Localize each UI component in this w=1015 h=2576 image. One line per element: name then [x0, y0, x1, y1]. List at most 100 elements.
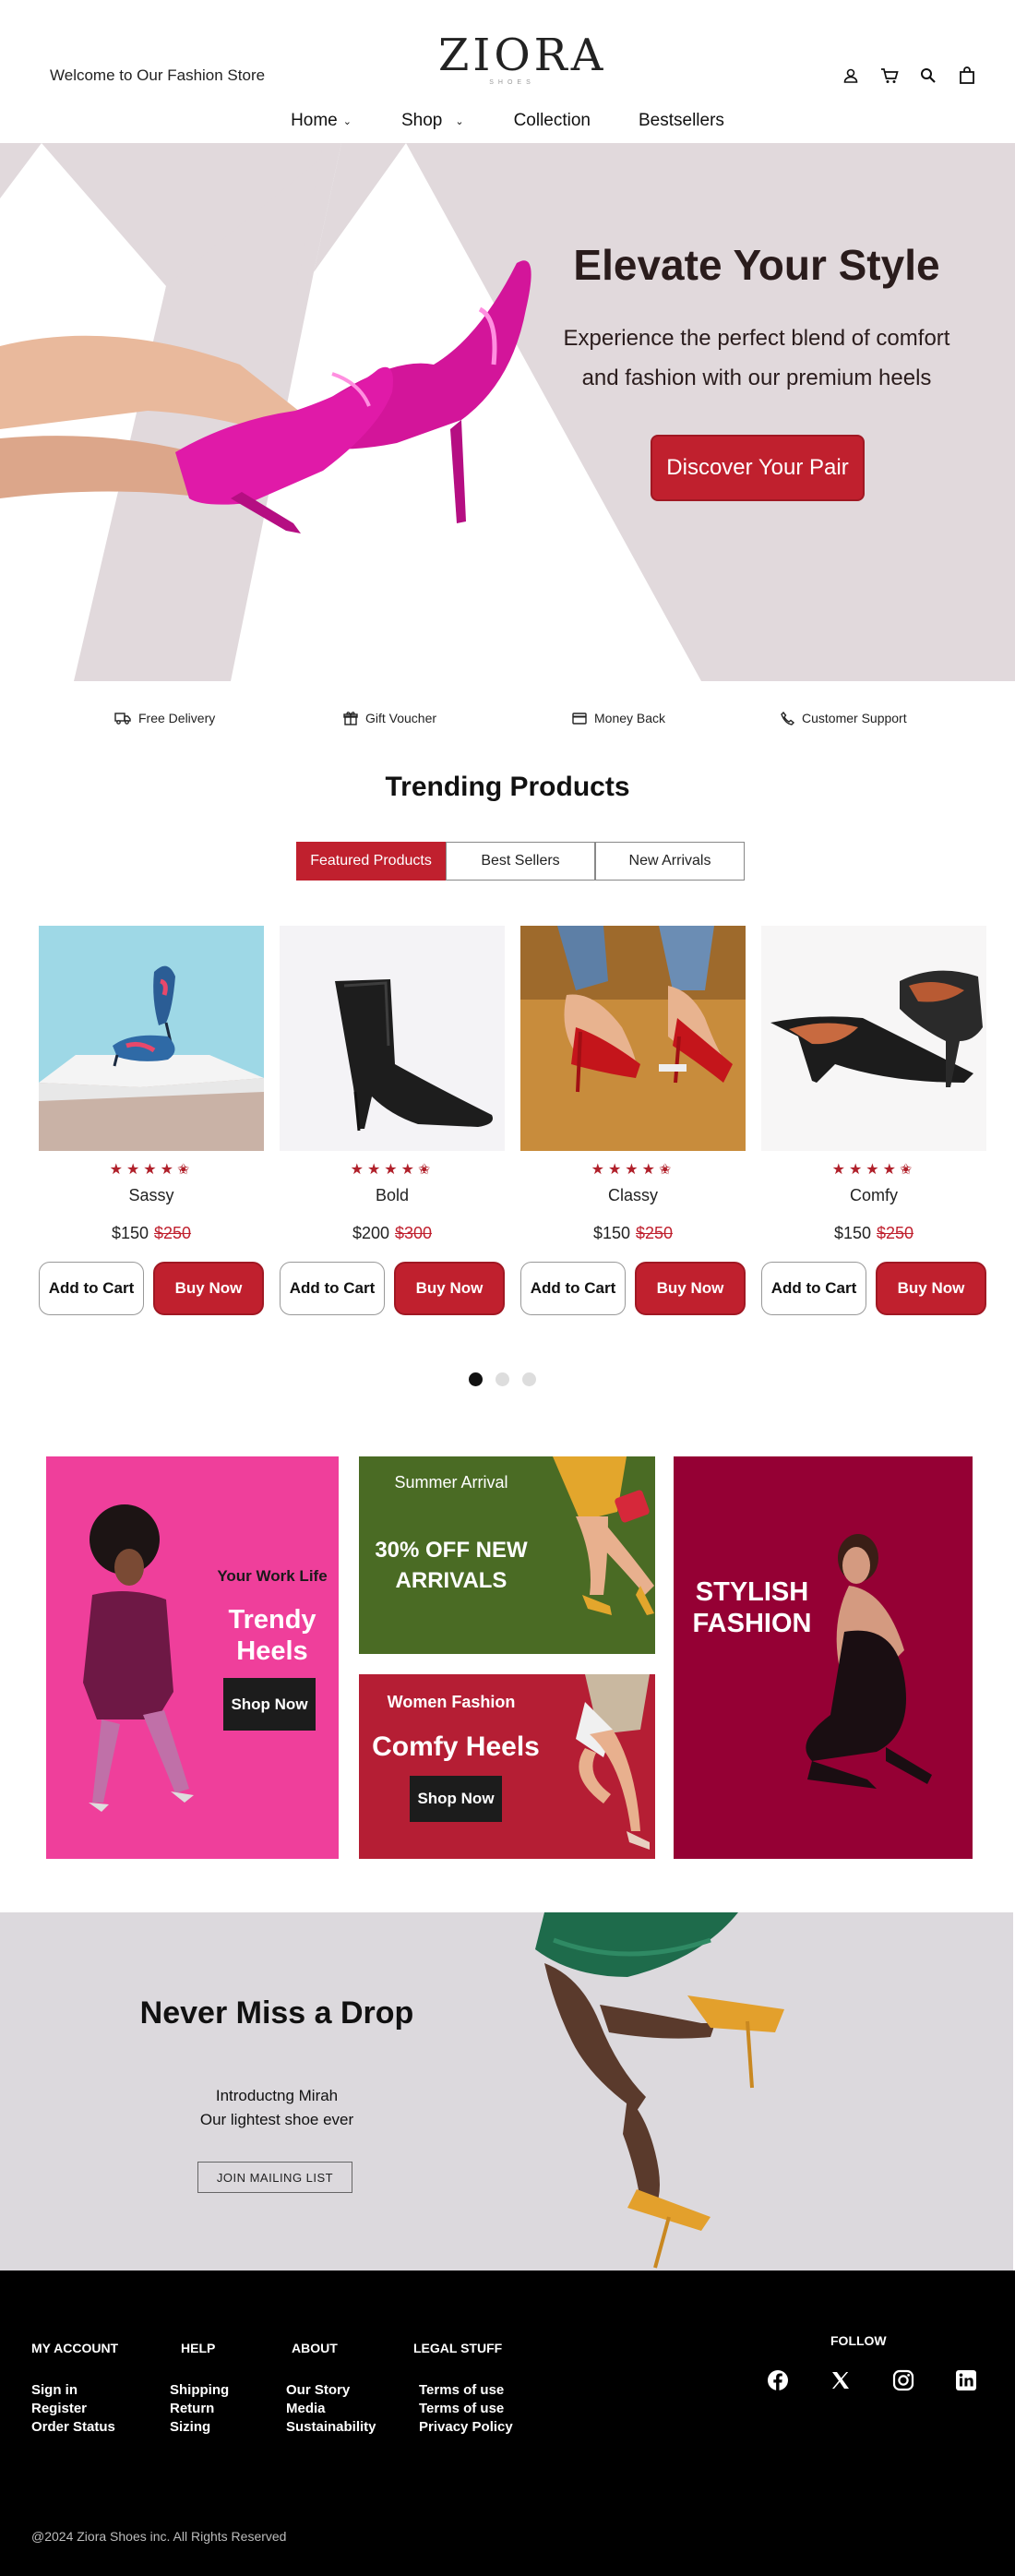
- facebook-icon[interactable]: [766, 2368, 790, 2392]
- footer-heading: LEGAL STUFF: [413, 2341, 503, 2355]
- product-image-comfy[interactable]: [761, 926, 986, 1151]
- footer-link[interactable]: Register: [31, 2400, 118, 2418]
- add-to-cart-button[interactable]: Add to Cart: [761, 1262, 866, 1315]
- shop-now-button[interactable]: Shop Now: [223, 1678, 316, 1731]
- brand-logo[interactable]: ZIORA SHOES: [438, 30, 607, 86]
- nav-shop[interactable]: Shop ⌄: [401, 111, 464, 131]
- feature-label: Free Delivery: [138, 711, 216, 725]
- card-icon: [572, 712, 587, 725]
- nav-bestsellers-label: Bestsellers: [639, 111, 724, 130]
- bag-icon[interactable]: [958, 66, 976, 85]
- user-icon[interactable]: [842, 66, 860, 85]
- old-price: $250: [636, 1224, 674, 1242]
- hero-title: Elevate Your Style: [573, 241, 940, 289]
- newsletter-line: Our lightest shoe ever: [199, 2111, 354, 2128]
- product-card: ★★★★✬ Classy $150 $250 Add to Cart Buy No…: [520, 926, 746, 1315]
- tab-featured-products[interactable]: Featured Products: [296, 842, 446, 881]
- nav-home[interactable]: Home ⌄: [291, 111, 352, 131]
- promo-kicker: Summer Arrival: [394, 1473, 508, 1492]
- feature-gift-voucher: Gift Voucher: [343, 711, 436, 725]
- model-photo: [83, 1504, 194, 1812]
- footer-link[interactable]: Shipping: [170, 2381, 229, 2400]
- model-photo: [576, 1674, 650, 1850]
- old-price: $300: [395, 1224, 433, 1242]
- promo-title-line: 30% OFF NEW: [375, 1538, 528, 1563]
- product-image-classy[interactable]: [520, 926, 746, 1151]
- current-price: $150: [833, 1224, 871, 1242]
- carousel-dot[interactable]: [522, 1372, 536, 1386]
- footer-link[interactable]: Sizing: [170, 2418, 229, 2437]
- tab-best-sellers[interactable]: Best Sellers: [446, 842, 595, 881]
- rating-stars: ★★★★✬: [831, 1162, 916, 1178]
- footer-link[interactable]: Terms of use: [419, 2400, 513, 2418]
- linkedin-icon[interactable]: [954, 2368, 978, 2392]
- promo-title-line: Heels: [236, 1636, 308, 1666]
- product-image-bold[interactable]: [280, 926, 505, 1151]
- promo-title: Trendy Heels: [217, 1604, 328, 1667]
- follow-heading: FOLLOW: [830, 2333, 887, 2348]
- discover-button[interactable]: Discover Your Pair: [651, 435, 865, 501]
- old-price: $250: [154, 1224, 192, 1242]
- add-to-cart-button[interactable]: Add to Cart: [39, 1262, 144, 1315]
- promo-comfy-heels[interactable]: Women Fashion Comfy Heels Shop Now: [359, 1674, 655, 1859]
- footer-link[interactable]: Media: [286, 2400, 376, 2418]
- promo-title: Comfy Heels: [372, 1731, 540, 1762]
- x-icon[interactable]: [829, 2368, 853, 2392]
- promo-trendy-heels[interactable]: Your Work Life Trendy Heels Shop Now: [46, 1456, 339, 1859]
- buy-now-button[interactable]: Buy Now: [635, 1262, 746, 1315]
- buy-now-button[interactable]: Buy Now: [394, 1262, 505, 1315]
- footer-link[interactable]: Sustainability: [286, 2418, 376, 2437]
- site-header: Welcome to Our Fashion Store ZIORA SHOES…: [0, 0, 1015, 143]
- truck-icon: [114, 713, 131, 725]
- nav-collection-label: Collection: [513, 111, 591, 130]
- product-card: ★★★★✬ Sassy $150 $250 Add to Cart Buy Now: [39, 926, 264, 1315]
- rating-stars: ★★★★✬: [591, 1162, 675, 1178]
- feature-free-delivery: Free Delivery: [114, 711, 215, 725]
- promo-stylish-fashion[interactable]: STYLISH FASHION: [674, 1456, 973, 1859]
- copyright-text: @2024 Ziora Shoes inc. All Rights Reserv…: [31, 2529, 287, 2544]
- feature-label: Money Back: [594, 711, 666, 725]
- site-footer: MY ACCOUNT Sign in Register Order Status…: [0, 2270, 1015, 2576]
- header-actions: [842, 66, 976, 85]
- add-to-cart-button[interactable]: Add to Cart: [520, 1262, 626, 1315]
- add-to-cart-button[interactable]: Add to Cart: [280, 1262, 385, 1315]
- nav-collection[interactable]: Collection: [514, 111, 591, 131]
- footer-link[interactable]: Return: [170, 2400, 229, 2418]
- buy-now-button[interactable]: Buy Now: [153, 1262, 264, 1315]
- promo-kicker: Women Fashion: [387, 1693, 516, 1711]
- promo-summer-arrival[interactable]: Summer Arrival 30% OFF NEW ARRIVALS: [359, 1456, 655, 1654]
- shop-now-button[interactable]: Shop Now: [410, 1776, 502, 1822]
- phone-icon: [781, 711, 794, 725]
- footer-link[interactable]: Our Story: [286, 2381, 376, 2400]
- product-card: ★★★★✬ Comfy $150 $250 Add to Cart Buy Now: [761, 926, 986, 1315]
- newsletter-line: Introductng Mirah: [215, 2087, 339, 2104]
- cart-icon[interactable]: [880, 66, 899, 85]
- product-name: Classy: [607, 1186, 658, 1204]
- footer-link[interactable]: Order Status: [31, 2418, 118, 2437]
- gift-icon: [343, 712, 358, 725]
- buy-now-button[interactable]: Buy Now: [876, 1262, 986, 1315]
- features-bar: Free Delivery Gift Voucher Money Back Cu…: [0, 711, 1015, 733]
- carousel-dot[interactable]: [496, 1372, 509, 1386]
- chevron-down-icon: ⌄: [342, 115, 352, 127]
- nav-bestsellers[interactable]: Bestsellers: [639, 111, 724, 131]
- tab-new-arrivals[interactable]: New Arrivals: [595, 842, 745, 881]
- footer-link[interactable]: Terms of use: [419, 2381, 513, 2400]
- product-image-sassy[interactable]: [39, 926, 264, 1151]
- model-photo: [535, 1912, 784, 2269]
- hero-description: Experience the perfect blend of comfort …: [563, 326, 950, 390]
- logo-wordmark: ZIORA: [438, 30, 607, 81]
- footer-link[interactable]: Sign in: [31, 2381, 118, 2400]
- footer-link[interactable]: Privacy Policy: [419, 2418, 513, 2437]
- carousel-dot[interactable]: [469, 1372, 483, 1386]
- search-icon[interactable]: [919, 66, 937, 85]
- join-mailing-list-button[interactable]: JOIN MAILING LIST: [197, 2162, 352, 2193]
- hero-heels-photo: [0, 260, 531, 533]
- product-price: $150 $250: [761, 1224, 986, 1243]
- instagram-icon[interactable]: [891, 2368, 915, 2392]
- current-price: $200: [352, 1224, 389, 1242]
- product-actions: Add to Cart Buy Now: [39, 1262, 264, 1315]
- footer-heading: MY ACCOUNT: [31, 2341, 119, 2355]
- feature-label: Gift Voucher: [365, 711, 437, 725]
- footer-col-about: ABOUT Our Story Media Sustainability: [286, 2341, 376, 2437]
